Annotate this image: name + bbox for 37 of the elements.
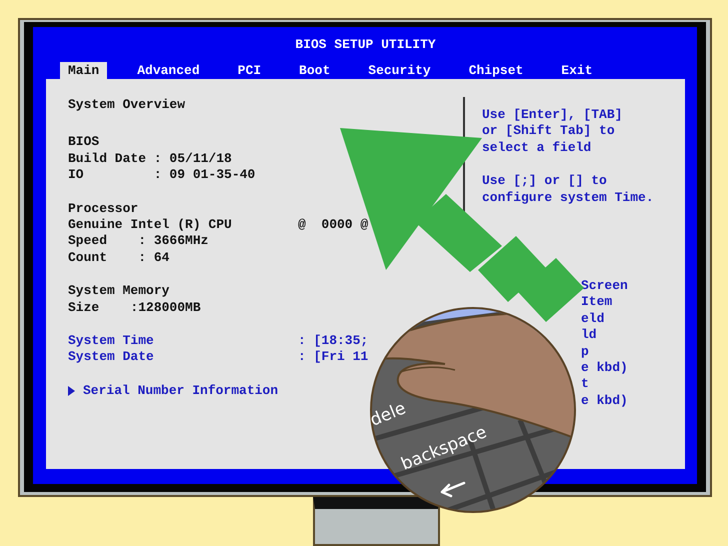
info-text: IO : 09 01-35-40 bbox=[68, 167, 256, 184]
left-arrow-icon bbox=[440, 482, 466, 498]
info-text: Speed : 3666MHz bbox=[68, 233, 210, 250]
menu-tab[interactable]: Boot bbox=[291, 62, 338, 79]
info-text: BIOS bbox=[68, 134, 100, 151]
setting-label[interactable]: System Time bbox=[68, 333, 154, 350]
menu-tab[interactable]: Chipset bbox=[460, 62, 532, 79]
menu-tab[interactable]: Security bbox=[360, 62, 439, 79]
help-text: e kbd) bbox=[581, 360, 629, 376]
menu-tab[interactable]: Exit bbox=[553, 62, 601, 79]
info-label: Genuine Intel (R) CPU bbox=[68, 217, 232, 234]
submenu-link[interactable]: Serial Number Information bbox=[83, 382, 278, 400]
key-label: dele bbox=[367, 398, 409, 431]
info-value: @ 0000 @ bbox=[298, 217, 368, 234]
setting-label[interactable]: System Date bbox=[68, 349, 154, 366]
help-text: e kbd) bbox=[581, 392, 629, 410]
help-text: t bbox=[581, 376, 590, 393]
info-text: System Memory bbox=[68, 283, 170, 300]
help-text: Screen bbox=[581, 278, 629, 294]
help-text: eld bbox=[581, 310, 606, 328]
info-text: Size :128000MB bbox=[68, 300, 202, 316]
info-text: Build Date : 05/11/18 bbox=[68, 150, 233, 168]
help-text: Use [Enter], [TAB] or [Shift Tab] to select a field bbox=[482, 107, 624, 156]
info-text: Count : 64 bbox=[68, 250, 170, 266]
setting-value[interactable]: : [Fri 11 bbox=[298, 349, 368, 366]
info-text: Processor bbox=[68, 200, 140, 218]
help-text: Use [;] or [] to configure system Time. bbox=[482, 173, 654, 206]
menu-tab[interactable]: Advanced bbox=[129, 62, 208, 79]
help-text: Item bbox=[581, 294, 614, 311]
window-title: BIOS SETUP UTILITY bbox=[295, 37, 436, 52]
menu-tab[interactable]: Main bbox=[60, 62, 108, 79]
triangle-icon bbox=[68, 386, 75, 396]
menu-tab[interactable]: PCI bbox=[230, 62, 270, 79]
section-title: System Overview bbox=[68, 97, 186, 114]
help-text: ld bbox=[581, 327, 598, 344]
setting-value[interactable]: : [18:35; bbox=[298, 333, 368, 350]
help-text: p bbox=[581, 344, 590, 360]
